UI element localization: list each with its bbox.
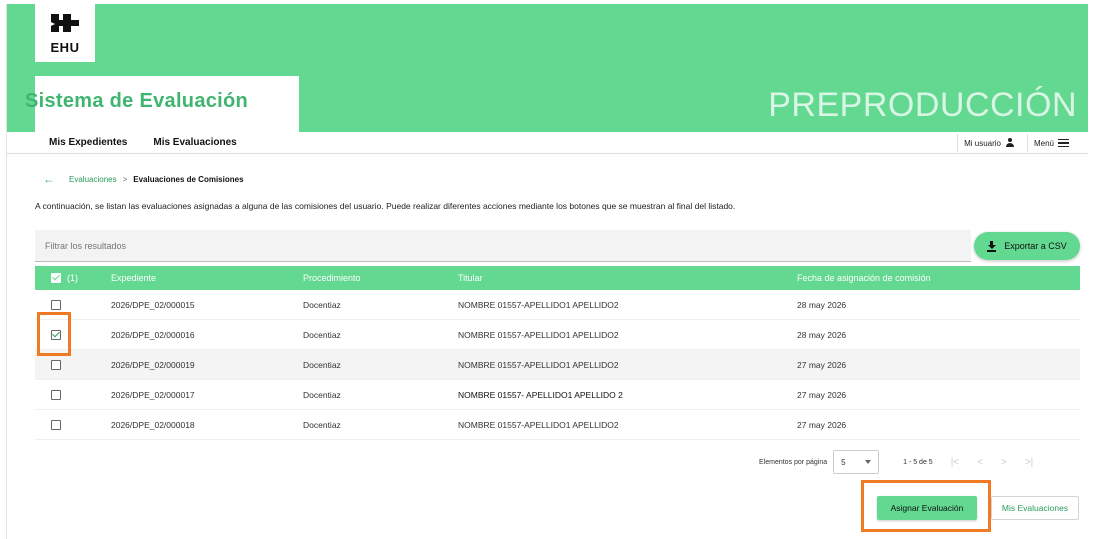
export-csv-button[interactable]: Exportar a CSV: [974, 232, 1080, 260]
main-menu-label: Menú: [1033, 138, 1054, 148]
page-size-select[interactable]: 5: [833, 450, 880, 474]
breadcrumb: ← Evaluaciones > Evaluaciones de Comisio…: [43, 172, 244, 186]
cell-titular: NOMBRE 01557-APELLIDO1 APELLIDO2: [458, 329, 619, 340]
back-arrow-icon[interactable]: ←: [43, 172, 55, 186]
cell-procedimiento: Docentiaz: [303, 329, 341, 340]
checkbox-highlight-annotation: [37, 312, 71, 356]
page-range: 1 - 5 de 5: [903, 458, 933, 466]
table-row[interactable]: 2026/DPE_02/000017 Docentiaz NOMBRE 0155…: [35, 380, 1080, 410]
intro-text: A continuación, se listan las evaluacion…: [35, 201, 736, 211]
row-checkbox[interactable]: [51, 359, 61, 370]
paginator: Elementos por página 5 1 - 5 de 5 |< < >…: [759, 450, 1033, 474]
cell-titular: NOMBRE 01557-APELLIDO1 APELLIDO2: [458, 359, 619, 370]
cell-expediente: 2026/DPE_02/000018: [111, 419, 195, 430]
selected-count: (1): [67, 273, 78, 283]
row-checkbox[interactable]: [51, 389, 61, 400]
select-all-checkbox[interactable]: [51, 273, 61, 283]
assign-evaluation-button[interactable]: Asignar Evaluación: [877, 496, 977, 520]
ehu-logo[interactable]: EHU: [35, 4, 95, 62]
chevron-down-icon: [865, 460, 872, 464]
main-menu-button[interactable]: Menú: [1026, 134, 1075, 152]
prev-page-button[interactable]: <: [977, 457, 983, 468]
row-checkbox[interactable]: [51, 419, 61, 430]
column-header-titular[interactable]: Titular: [458, 273, 797, 283]
page-size-label: Elementos por página: [759, 458, 828, 466]
breadcrumb-link-evaluaciones[interactable]: Evaluaciones: [69, 175, 117, 184]
last-page-button[interactable]: >|: [1025, 457, 1033, 468]
first-page-button[interactable]: |<: [951, 457, 959, 468]
cell-fecha: 27 may 2026: [797, 389, 847, 400]
cell-expediente: 2026/DPE_02/000019: [111, 359, 195, 370]
cell-procedimiento: Docentiaz: [303, 389, 341, 400]
cell-fecha: 27 may 2026: [797, 419, 847, 430]
evaluations-table: (1) Expediente Procedimiento Titular Fec…: [35, 266, 1080, 440]
export-csv-label: Exportar a CSV: [1004, 241, 1067, 251]
table-header: (1) Expediente Procedimiento Titular Fec…: [35, 266, 1080, 290]
table-row[interactable]: 2026/DPE_02/000016 Docentiaz NOMBRE 0155…: [35, 320, 1080, 350]
cell-titular: NOMBRE 01557-APELLIDO1 APELLIDO2: [458, 419, 619, 430]
cell-procedimiento: Docentiaz: [303, 299, 341, 310]
cell-fecha: 28 may 2026: [797, 299, 847, 310]
ehu-logo-icon: [51, 14, 79, 32]
filter-input[interactable]: [35, 230, 971, 261]
logo-text: EHU: [50, 40, 80, 55]
cell-procedimiento: Docentiaz: [303, 359, 341, 370]
user-menu-button[interactable]: Mi usuario: [957, 134, 1021, 152]
user-menu-label: Mi usuario: [964, 138, 1001, 148]
table-row[interactable]: 2026/DPE_02/000015 Docentiaz NOMBRE 0155…: [35, 290, 1080, 320]
breadcrumb-current: Evaluaciones de Comisiones: [133, 174, 244, 184]
system-title: Sistema de Evaluación: [25, 90, 249, 112]
header: EHU Sistema de Evaluación PREPRODUCCIÓN: [7, 4, 1088, 132]
table-row[interactable]: 2026/DPE_02/000018 Docentiaz NOMBRE 0155…: [35, 410, 1080, 440]
column-header-procedimiento[interactable]: Procedimiento: [303, 273, 458, 283]
download-icon: [987, 241, 997, 252]
hamburger-icon: [1058, 139, 1069, 147]
table-row[interactable]: 2026/DPE_02/000019 Docentiaz NOMBRE 0155…: [35, 350, 1080, 380]
cell-expediente: 2026/DPE_02/000015: [111, 299, 195, 310]
app-frame: EHU Sistema de Evaluación PREPRODUCCIÓN …: [6, 4, 1088, 539]
navbar: Mis Expedientes Mis Evaluaciones Mi usua…: [7, 132, 1088, 154]
column-header-expediente[interactable]: Expediente: [111, 273, 303, 283]
my-evaluations-button[interactable]: Mis Evaluaciones: [991, 496, 1079, 520]
cell-expediente: 2026/DPE_02/000017: [111, 389, 195, 400]
cell-fecha: 27 may 2026: [797, 359, 847, 370]
page-size-value: 5: [841, 457, 846, 467]
nav-item-mis-expedientes[interactable]: Mis Expedientes: [49, 137, 127, 148]
cell-titular: NOMBRE 01557- APELLIDO1 APELLIDO 2: [458, 389, 623, 400]
cell-fecha: 28 may 2026: [797, 329, 847, 340]
breadcrumb-separator: >: [122, 174, 128, 184]
environment-label: PREPRODUCCIÓN: [768, 86, 1077, 124]
cell-expediente: 2026/DPE_02/000016: [111, 329, 195, 340]
column-header-fecha[interactable]: Fecha de asignación de comisión: [797, 273, 1080, 283]
next-page-button[interactable]: >: [1001, 457, 1007, 468]
cell-procedimiento: Docentiaz: [303, 419, 341, 430]
nav-item-mis-evaluaciones[interactable]: Mis Evaluaciones: [153, 137, 236, 148]
cell-titular: NOMBRE 01557-APELLIDO1 APELLIDO2: [458, 299, 619, 310]
filter-field[interactable]: [35, 230, 971, 262]
row-checkbox[interactable]: [51, 299, 61, 310]
user-icon: [1005, 138, 1015, 148]
